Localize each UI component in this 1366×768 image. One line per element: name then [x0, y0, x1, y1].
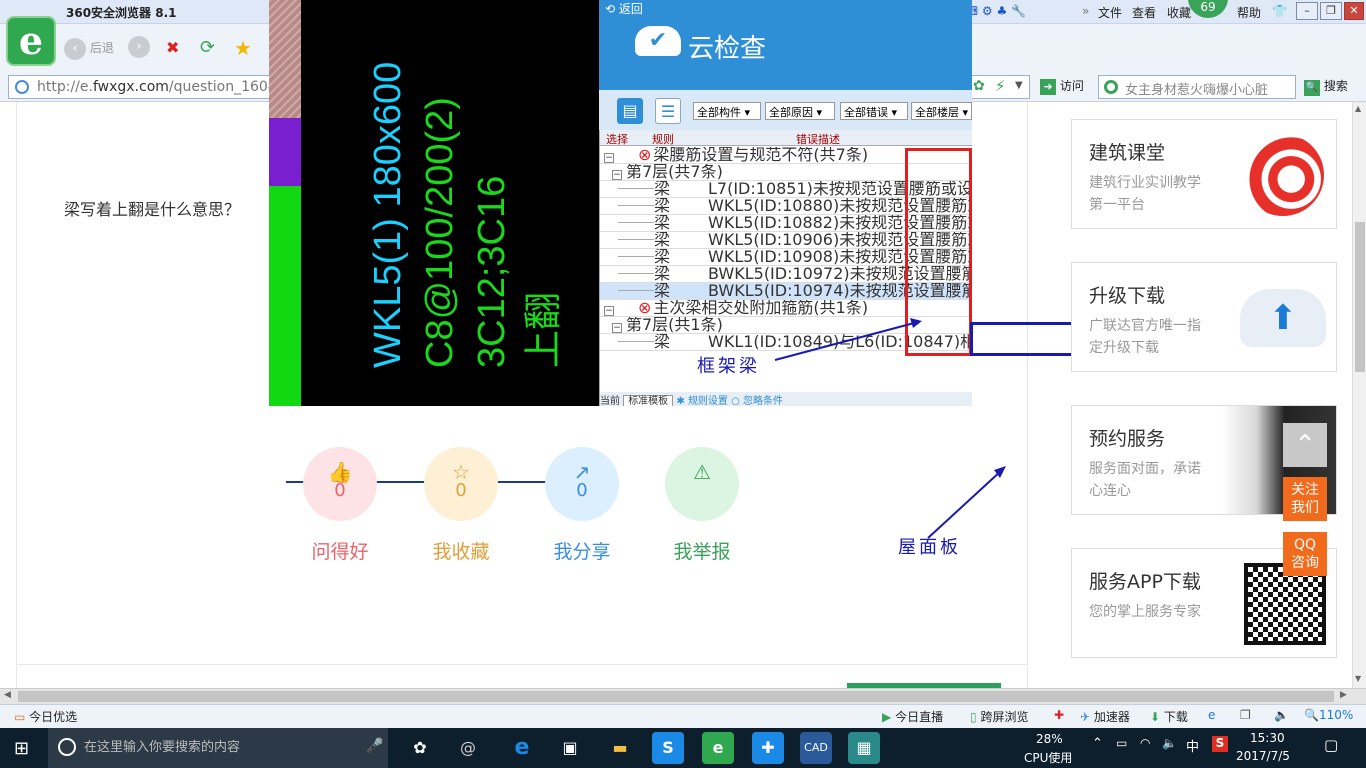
vertical-scroll-thumb[interactable]: [1355, 222, 1365, 372]
image-app-icon[interactable]: ▦: [848, 732, 880, 764]
clock-time[interactable]: 15:30: [1250, 731, 1285, 745]
sogou-tray-icon[interactable]: S: [1212, 736, 1228, 752]
action-label[interactable]: 我分享: [545, 537, 619, 564]
phone-icon: ▯: [970, 710, 977, 724]
divider: [16, 664, 1028, 665]
horizontal-scrollbar[interactable]: ◀ ▶: [0, 688, 1366, 704]
action-count: 0: [334, 480, 346, 501]
back-to-top-icon[interactable]: ⌃: [1283, 423, 1327, 467]
task-view-icon[interactable]: ✿: [404, 732, 436, 764]
cpu-label: CPU使用: [1024, 751, 1073, 765]
side-card-title: 升级下载: [1089, 285, 1166, 307]
window-icon[interactable]: ❐: [1240, 708, 1251, 722]
download-manager[interactable]: ⬇ 下载: [1150, 708, 1188, 725]
zoom-level[interactable]: 🔍110%: [1304, 708, 1353, 722]
volume-tray-icon[interactable]: 🔈: [1162, 736, 1177, 750]
gift-icon: ▭: [14, 710, 26, 724]
scroll-up-icon[interactable]: ▲: [1355, 104, 1361, 113]
plugin-icon[interactable]: ✚: [1054, 708, 1064, 722]
cpu-percent: 28%: [1036, 732, 1063, 746]
action-label[interactable]: 我举报: [665, 537, 739, 564]
side-card-title: 建筑课堂: [1089, 142, 1166, 164]
vertical-scrollbar[interactable]: ▲ ▼: [1352, 102, 1366, 688]
store-icon[interactable]: ▣: [554, 732, 586, 764]
explorer-icon[interactable]: ▬: [604, 732, 636, 764]
action-3-button[interactable]: ⚠: [665, 447, 739, 521]
windows-start-icon[interactable]: ⊞: [14, 738, 29, 759]
side-card-course[interactable]: 建筑课堂 建筑行业实训教学第一平台: [1071, 119, 1337, 229]
battery-icon[interactable]: ▭: [1116, 736, 1127, 750]
today-picks[interactable]: ▭ 今日优选: [14, 708, 77, 725]
download-icon: ⬇: [1150, 710, 1161, 724]
accelerator[interactable]: ✈ 加速器: [1080, 708, 1130, 725]
side-card-desc: 建筑行业实训教学第一平台: [1089, 175, 1201, 213]
sogou-app-icon[interactable]: S: [652, 732, 684, 764]
side-card-download[interactable]: 升级下载 广联达官方唯一指定升级下载 ⬆: [1071, 262, 1337, 372]
side-card-title: 预约服务: [1089, 428, 1166, 450]
scroll-left-icon[interactable]: ◀: [4, 690, 11, 700]
scroll-right-icon[interactable]: ▶: [1340, 690, 1347, 700]
action-label[interactable]: 我收藏: [424, 537, 498, 564]
today-live[interactable]: ▶ 今日直播: [882, 708, 943, 725]
edge-icon[interactable]: e: [506, 732, 538, 764]
rocket-icon: ✈: [1080, 710, 1091, 724]
play-icon: ▶: [882, 710, 892, 724]
follow-button[interactable]: 关注我们: [1283, 477, 1327, 521]
action-label[interactable]: 问得好: [303, 537, 377, 564]
ime-tray[interactable]: 中: [1186, 736, 1199, 755]
wifi-icon[interactable]: ◠: [1140, 736, 1150, 750]
clock-date[interactable]: 2017/7/5: [1236, 749, 1290, 763]
qq-consult-button[interactable]: QQ咨询: [1283, 532, 1327, 576]
frame-beam-annotation: 框架梁: [697, 356, 760, 377]
app-swirl-icon[interactable]: @: [452, 732, 484, 764]
arrow-roof-slab: [927, 469, 1003, 539]
volume-icon[interactable]: 🔈: [1274, 708, 1289, 722]
arrowhead-frame-beam: [910, 318, 922, 328]
arrow-frame-beam: [774, 321, 919, 361]
app-blue-icon[interactable]: ✚: [752, 732, 784, 764]
side-card-desc: 服务面对面，承诺心连心: [1089, 461, 1201, 499]
side-card-desc: 广联达官方唯一指定升级下载: [1089, 318, 1201, 356]
microphone-icon[interactable]: 🎤: [366, 738, 383, 754]
ie-icon[interactable]: e: [1208, 708, 1215, 722]
action-count: 0: [576, 480, 588, 501]
course-logo-icon: [1242, 134, 1324, 216]
cad-app-icon[interactable]: CAD: [800, 732, 832, 764]
action-icon: ⚠: [693, 460, 711, 484]
cloud-upload-icon: ⬆: [1240, 289, 1326, 347]
taskbar-search[interactable]: 在这里输入你要搜索的内容: [48, 728, 388, 768]
notification-icon[interactable]: ▢: [1324, 736, 1338, 754]
side-card-title: 服务APP下载: [1089, 571, 1201, 593]
horizontal-scroll-thumb[interactable]: [18, 691, 1334, 702]
tray-chevron-icon[interactable]: ⌃: [1092, 736, 1103, 751]
action-0-button[interactable]: 👍 0: [303, 447, 377, 521]
roof-slab-annotation: 屋面板: [898, 537, 961, 558]
cortana-icon: [58, 738, 76, 756]
action-count: 0: [455, 480, 467, 501]
side-card-desc: 您的掌上服务专家: [1089, 604, 1201, 620]
browser-360-taskbar-icon[interactable]: e: [702, 732, 734, 764]
action-1-button[interactable]: ☆ 0: [424, 447, 498, 521]
action-2-button[interactable]: ↗ 0: [545, 447, 619, 521]
cross-screen[interactable]: ▯ 跨屏浏览: [970, 708, 1028, 725]
scroll-down-icon[interactable]: ▼: [1355, 674, 1361, 683]
